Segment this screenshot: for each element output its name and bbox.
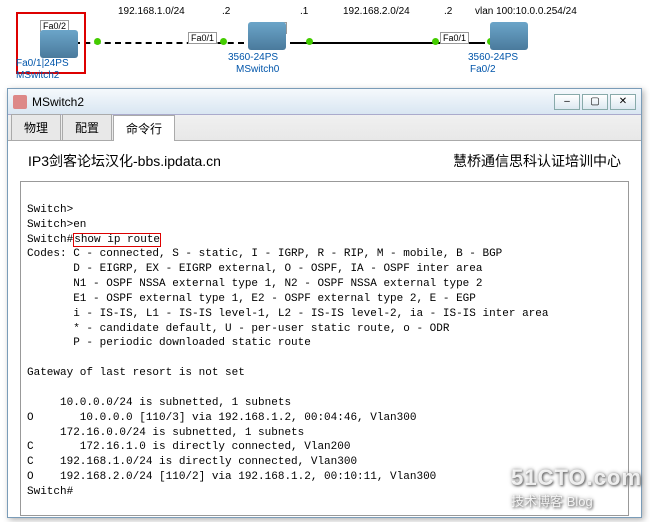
addr-a1-1: .1: [300, 6, 308, 17]
device-mswitch0[interactable]: [248, 22, 286, 50]
port-fa01-mid-l: Fa0/1: [188, 32, 217, 44]
cli-body: Codes: C - connected, S - static, I - IG…: [27, 248, 549, 498]
link-dot: [94, 38, 101, 45]
tabs-row: 物理 配置 命令行: [8, 115, 641, 141]
net2-label: 192.168.2.0/24: [343, 6, 410, 17]
banner-row: IP3剑客论坛汉化-bbs.ipdata.cn 慧桥通信思科认证培训中心: [8, 141, 641, 181]
mid-model: 3560-24PS: [228, 52, 278, 63]
right-port: Fa0/2: [470, 64, 496, 75]
cli-prompt3: Switch#: [27, 234, 73, 246]
tab-cli[interactable]: 命令行: [113, 115, 175, 141]
link-dot: [220, 38, 227, 45]
vlan100-label: vlan 100:10.0.0.254/24: [475, 6, 577, 17]
window-icon: [13, 95, 27, 109]
watermark-top: 51CTO.com: [511, 465, 642, 491]
right-model: 3560-24PS: [468, 52, 518, 63]
banner-right: 慧桥通信思科认证培训中心: [453, 151, 621, 171]
maximize-button[interactable]: ▢: [582, 94, 608, 110]
cli-pre: Switch> Switch>en: [27, 204, 86, 231]
mid-name: MSwitch0: [236, 64, 279, 75]
titlebar[interactable]: MSwitch2 – ▢ ✕: [8, 89, 641, 115]
cli-command-highlight: show ip route: [73, 233, 161, 247]
port-fa01-right: Fa0/1: [440, 32, 469, 44]
device-switch1[interactable]: [490, 22, 528, 50]
watermark: 51CTO.com 技术博客 Blog: [511, 465, 642, 510]
link-dot: [306, 38, 313, 45]
minimize-button[interactable]: –: [554, 94, 580, 110]
banner-left: IP3剑客论坛汉化-bbs.ipdata.cn: [28, 151, 221, 171]
addr-a2-2: .2: [444, 6, 452, 17]
terminal-window: MSwitch2 – ▢ ✕ 物理 配置 命令行 IP3剑客论坛汉化-bbs.i…: [7, 88, 642, 518]
tab-config[interactable]: 配置: [62, 114, 112, 140]
addr-a2-1: .2: [222, 6, 230, 17]
net1-label: 192.168.1.0/24: [118, 6, 185, 17]
window-title: MSwitch2: [32, 95, 554, 109]
tab-physical[interactable]: 物理: [11, 114, 61, 140]
close-button[interactable]: ✕: [610, 94, 636, 110]
left-model: Fa0/1|24PS: [16, 58, 69, 69]
watermark-bot: 技术博客 Blog: [511, 491, 642, 510]
topology-canvas: 192.168.1.0/24 .2 .1 192.168.2.0/24 .2 v…: [0, 0, 650, 88]
link-dot: [432, 38, 439, 45]
left-name: MSwitch2: [16, 70, 59, 81]
